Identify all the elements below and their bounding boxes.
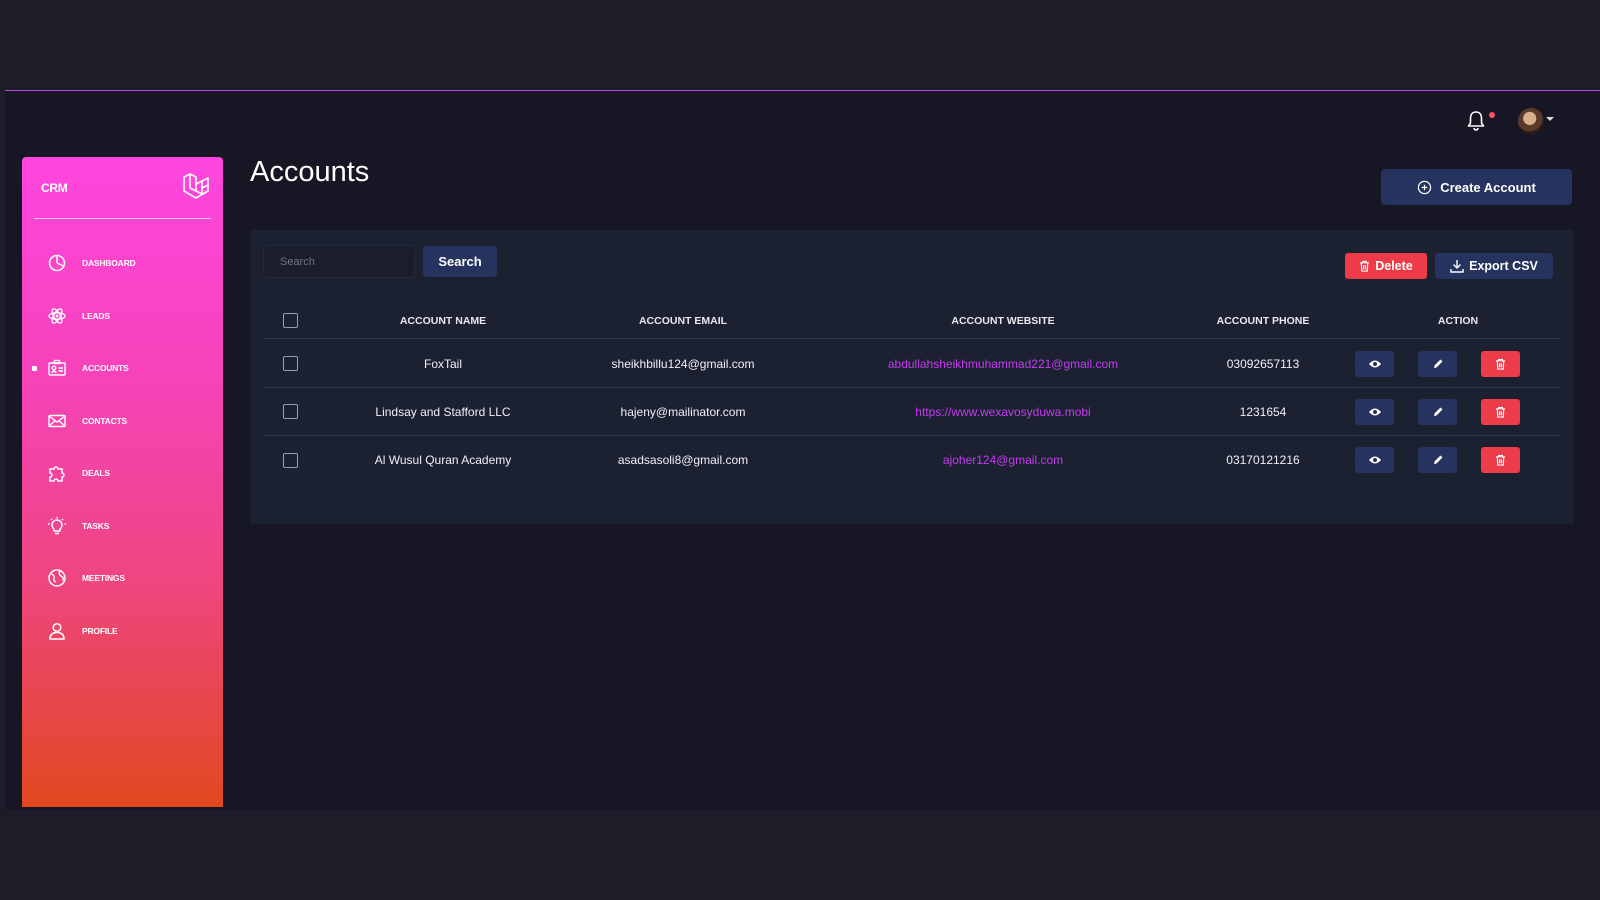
row-checkbox[interactable] (282, 404, 298, 419)
create-account-label: Create Account (1440, 179, 1536, 195)
delete-button[interactable]: Delete (1345, 253, 1427, 279)
delete-row-button[interactable] (1481, 399, 1520, 425)
accounts-card: Search Delete Export CSV ACCOUNT NAME AC… (250, 230, 1574, 524)
export-label: Export CSV (1469, 259, 1538, 273)
sidebar-item-label: LEADS (82, 310, 110, 321)
eye-icon (1368, 456, 1381, 464)
search-button[interactable]: Search (423, 246, 497, 277)
table-row: Lindsay and Stafford LLC hajeny@mailinat… (263, 388, 1560, 436)
brand-name: CRM (41, 181, 68, 195)
id-card-icon (46, 357, 68, 379)
sidebar-item-accounts[interactable]: ACCOUNTS (22, 342, 223, 395)
screen-bottom-band (0, 810, 1600, 900)
row-select-cell (276, 388, 304, 435)
sidebar-item-label: ACCOUNTS (82, 363, 129, 374)
sidebar-item-meetings[interactable]: MEETINGS (22, 552, 223, 605)
row-checkbox[interactable] (282, 356, 298, 371)
atom-icon (46, 305, 68, 327)
eye-icon (1368, 360, 1381, 368)
table-row: FoxTail sheikhbillu124@gmail.com abdulla… (263, 340, 1560, 388)
sidebar-item-label: DEALS (82, 468, 110, 479)
column-header-email[interactable]: ACCOUNT EMAIL (573, 303, 793, 338)
sidebar-item-contacts[interactable]: CONTACTS (22, 395, 223, 448)
delete-row-button[interactable] (1481, 447, 1520, 473)
lightbulb-icon (46, 515, 68, 537)
row-select-cell (276, 436, 304, 484)
column-header-website[interactable]: ACCOUNT WEBSITE (823, 303, 1183, 338)
sidebar: CRM DASHBOARD LEADS ACCOUNTS CONTACTS DE… (22, 157, 223, 807)
user-icon (46, 620, 68, 642)
sidebar-item-leads[interactable]: LEADS (22, 290, 223, 343)
account-website-link[interactable]: abdullahsheikhmuhammad221@gmail.com (823, 340, 1183, 387)
sidebar-item-label: PROFILE (82, 625, 118, 636)
create-account-button[interactable]: Create Account (1381, 169, 1572, 205)
table-header: ACCOUNT NAME ACCOUNT EMAIL ACCOUNT WEBSI… (263, 303, 1560, 339)
sidebar-item-profile[interactable]: PROFILE (22, 605, 223, 658)
trash-icon (1495, 406, 1506, 418)
pencil-icon (1433, 407, 1442, 416)
table-row: Al Wusul Quran Academy asadsasoli8@gmail… (263, 436, 1560, 484)
delete-label: Delete (1375, 259, 1413, 273)
chevron-down-icon[interactable] (1546, 117, 1554, 121)
trash-icon (1495, 454, 1506, 466)
column-header-action: ACTION (1437, 314, 1479, 327)
avatar[interactable] (1518, 108, 1544, 134)
account-name: Lindsay and Stafford LLC (375, 404, 511, 419)
account-website-link[interactable]: https://www.wexavosyduwa.mobi (823, 388, 1183, 435)
column-header-name[interactable]: ACCOUNT NAME (333, 303, 553, 338)
pencil-icon (1433, 359, 1442, 368)
view-button[interactable] (1355, 399, 1394, 425)
trash-icon (1360, 260, 1370, 272)
account-email: sheikhbillu124@gmail.com (611, 356, 755, 371)
account-email: asadsasoli8@gmail.com (617, 453, 749, 467)
notification-badge (1489, 112, 1495, 118)
column-header-phone[interactable]: ACCOUNT PHONE (1193, 303, 1333, 338)
search-input[interactable] (263, 245, 415, 278)
sidebar-item-dashboard[interactable]: DASHBOARD (22, 237, 223, 290)
account-email: hajeny@mailinator.com (620, 404, 746, 419)
account-name: FoxTail (423, 356, 462, 371)
active-indicator (32, 366, 37, 371)
eye-icon (1368, 408, 1381, 416)
chart-pie-icon (46, 252, 68, 274)
row-select-cell (276, 340, 304, 387)
sidebar-nav: DASHBOARD LEADS ACCOUNTS CONTACTS DEALS … (22, 237, 223, 657)
sidebar-item-deals[interactable]: DEALS (22, 447, 223, 500)
bell-icon[interactable] (1466, 110, 1486, 132)
sidebar-header: CRM (34, 157, 211, 219)
edit-button[interactable] (1418, 447, 1457, 473)
export-csv-button[interactable]: Export CSV (1435, 253, 1553, 279)
account-phone: 03092657113 (1226, 356, 1300, 371)
row-checkbox[interactable] (282, 452, 298, 468)
edit-button[interactable] (1418, 351, 1457, 377)
envelope-icon (46, 410, 68, 432)
account-phone: 03170121216 (1226, 453, 1300, 467)
globe-icon (46, 567, 68, 589)
edit-button[interactable] (1418, 399, 1457, 425)
download-icon (1450, 260, 1464, 273)
sidebar-item-label: DASHBOARD (82, 258, 136, 269)
account-phone: 1231654 (1239, 404, 1287, 419)
pencil-icon (1433, 455, 1442, 464)
sidebar-item-tasks[interactable]: TASKS (22, 500, 223, 553)
select-all-cell (276, 303, 304, 338)
sidebar-item-label: TASKS (82, 520, 110, 531)
trash-icon (1495, 358, 1506, 370)
delete-row-button[interactable] (1481, 351, 1520, 377)
view-button[interactable] (1355, 351, 1394, 377)
laravel-logo-icon (183, 173, 209, 199)
page-title: Accounts (250, 156, 370, 188)
view-button[interactable] (1355, 447, 1394, 473)
sidebar-item-label: MEETINGS (82, 573, 125, 584)
puzzle-icon (46, 462, 68, 484)
sidebar-item-label: CONTACTS (82, 415, 127, 426)
plus-circle-icon (1417, 180, 1432, 194)
account-name: Al Wusul Quran Academy (374, 453, 512, 467)
select-all-checkbox[interactable] (282, 313, 298, 328)
account-website-link[interactable]: ajoher124@gmail.com (823, 436, 1183, 484)
